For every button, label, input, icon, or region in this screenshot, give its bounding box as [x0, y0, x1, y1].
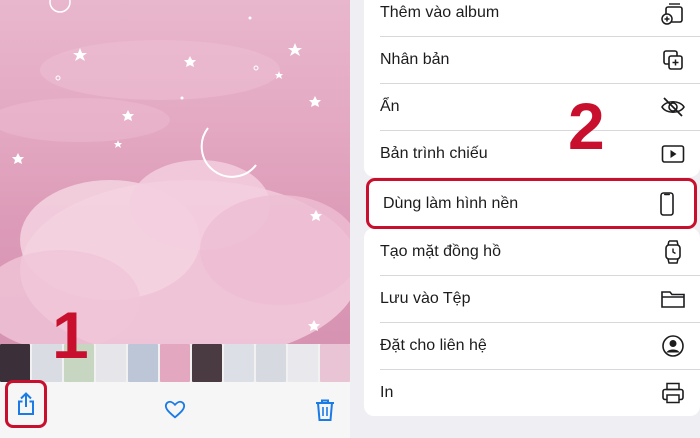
action-label: Nhân bản: [380, 50, 450, 68]
heart-icon: [164, 400, 186, 419]
action-slideshow[interactable]: Bản trình chiếu: [364, 130, 700, 177]
eye-slash-icon: [660, 94, 686, 120]
action-label: Tạo mặt đồng hồ: [380, 242, 501, 260]
action-use-as-wallpaper[interactable]: Dùng làm hình nền: [366, 178, 697, 229]
action-duplicate[interactable]: Nhân bản: [364, 36, 700, 83]
thumbnail[interactable]: [160, 344, 190, 382]
thumbnail[interactable]: [128, 344, 158, 382]
thumbnail[interactable]: [224, 344, 254, 382]
trash-icon: [316, 399, 334, 421]
step-1-label: 1: [52, 298, 89, 372]
slideshow-icon: [660, 141, 686, 167]
thumbnail[interactable]: [96, 344, 126, 382]
folder-icon: [660, 286, 686, 312]
photo-toolbar: [0, 382, 350, 438]
action-assign-to-contact[interactable]: Đặt cho liên hệ: [364, 322, 700, 369]
action-group-1: Thêm vào album Nhân bản Ẩn Bản trình chi…: [364, 0, 700, 177]
action-label: Thêm vào album: [380, 3, 500, 21]
action-label: In: [380, 383, 394, 401]
photo-viewer: 1: [0, 0, 350, 438]
action-hide[interactable]: Ẩn: [364, 83, 700, 130]
watch-icon: [660, 239, 686, 265]
pink-sky-image: [0, 0, 350, 344]
action-group-2: Tạo mặt đồng hồ Lưu vào Tệp Đặt cho liên…: [364, 228, 700, 416]
thumbnail[interactable]: [256, 344, 286, 382]
action-label: Đặt cho liên hệ: [380, 336, 487, 354]
add-album-icon: [660, 0, 686, 26]
thumbnail[interactable]: [192, 344, 222, 382]
step-2-label: 2: [568, 89, 605, 163]
contact-icon: [660, 333, 686, 359]
thumbnail[interactable]: [320, 344, 350, 382]
action-add-to-album[interactable]: Thêm vào album: [364, 0, 700, 36]
action-label: Bản trình chiếu: [380, 144, 488, 162]
favorite-button[interactable]: [155, 390, 195, 430]
action-create-watch-face[interactable]: Tạo mặt đồng hồ: [364, 228, 700, 275]
delete-button[interactable]: [305, 390, 345, 430]
action-label: Ẩn: [380, 97, 400, 115]
duplicate-icon: [660, 47, 686, 73]
thumbnail[interactable]: [288, 344, 318, 382]
panel-divider: [350, 0, 364, 438]
action-save-to-files[interactable]: Lưu vào Tệp: [364, 275, 700, 322]
phone-icon: [654, 191, 680, 217]
thumbnail[interactable]: [0, 344, 30, 382]
printer-icon: [660, 380, 686, 406]
action-label: Lưu vào Tệp: [380, 289, 471, 307]
wallpaper-photo: [0, 0, 350, 344]
action-print[interactable]: In: [364, 369, 700, 416]
share-button[interactable]: [5, 380, 47, 428]
share-icon: [18, 392, 34, 415]
action-label: Dùng làm hình nền: [383, 194, 519, 212]
